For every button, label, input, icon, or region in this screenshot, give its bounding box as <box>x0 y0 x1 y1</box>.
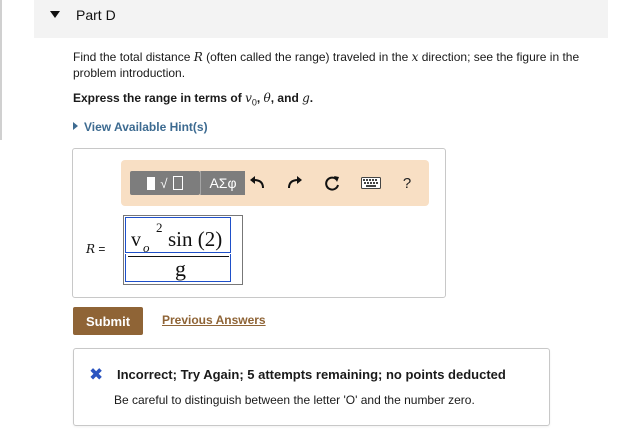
redo-icon[interactable] <box>284 171 306 195</box>
answer-label-var: R <box>86 242 96 256</box>
denominator-variable: g <box>175 256 186 281</box>
caret-right-icon <box>73 122 78 130</box>
instruction-separator: , <box>256 91 264 105</box>
template-box-icon <box>172 176 183 190</box>
instruction-var-theta: θ <box>263 91 271 105</box>
numerator-function: sin (2) <box>168 227 223 251</box>
collapse-triangle-icon[interactable] <box>50 11 60 18</box>
previous-answers-link[interactable]: Previous Answers <box>162 313 266 327</box>
feedback-panel: ✖ Incorrect; Try Again; 5 attempts remai… <box>73 348 550 426</box>
math-toolbar: √ ΑΣφ ? <box>121 160 429 206</box>
help-icon[interactable]: ? <box>398 171 416 195</box>
prompt-text: (often called the range) traveled in the <box>202 50 412 64</box>
prompt-var-r: R <box>193 50 203 64</box>
denominator-input[interactable]: g <box>125 254 231 282</box>
templates-button[interactable]: √ <box>130 171 200 195</box>
answer-input-panel: √ ΑΣφ ? R = v o 2 sin (2) g <box>72 148 446 298</box>
keyboard-icon[interactable] <box>359 171 383 195</box>
undo-icon[interactable] <box>246 171 268 195</box>
part-header[interactable] <box>34 0 608 38</box>
view-hints-link[interactable]: View Available Hint(s) <box>73 120 208 134</box>
feedback-message: Be careful to distinguish between the le… <box>114 393 475 407</box>
view-hints-label: View Available Hint(s) <box>84 120 208 134</box>
answer-label: R = <box>86 242 105 256</box>
submit-button[interactable]: Submit <box>73 307 143 335</box>
instruction-var-v: v <box>245 91 252 105</box>
numerator-exponent: 2 <box>156 220 163 235</box>
reset-icon[interactable] <box>321 171 343 195</box>
answer-label-equals: = <box>95 242 106 256</box>
answer-expression-field[interactable]: v o 2 sin (2) g <box>123 215 243 285</box>
instruction-var-g: g <box>302 91 310 105</box>
answer-instruction: Express the range in terms of v0, θ, and… <box>73 91 313 107</box>
incorrect-x-icon: ✖ <box>89 365 104 384</box>
template-root-icon: √ <box>160 175 168 191</box>
symbols-button[interactable]: ΑΣφ <box>200 171 245 195</box>
instruction-text: Express the range in terms of <box>73 91 246 105</box>
prompt-text: Find the total distance <box>73 50 194 64</box>
template-block-icon <box>147 176 156 190</box>
instruction-separator: , and <box>270 91 303 105</box>
feedback-title: Incorrect; Try Again; 5 attempts remaini… <box>117 367 506 382</box>
question-prompt: Find the total distance R (often called … <box>73 49 613 81</box>
left-scroll-rule <box>0 0 2 140</box>
instruction-period: . <box>309 91 314 105</box>
numerator-input[interactable]: v o 2 sin (2) <box>125 217 231 255</box>
numerator-variable: v <box>131 229 141 251</box>
part-title: Part D <box>76 7 116 23</box>
